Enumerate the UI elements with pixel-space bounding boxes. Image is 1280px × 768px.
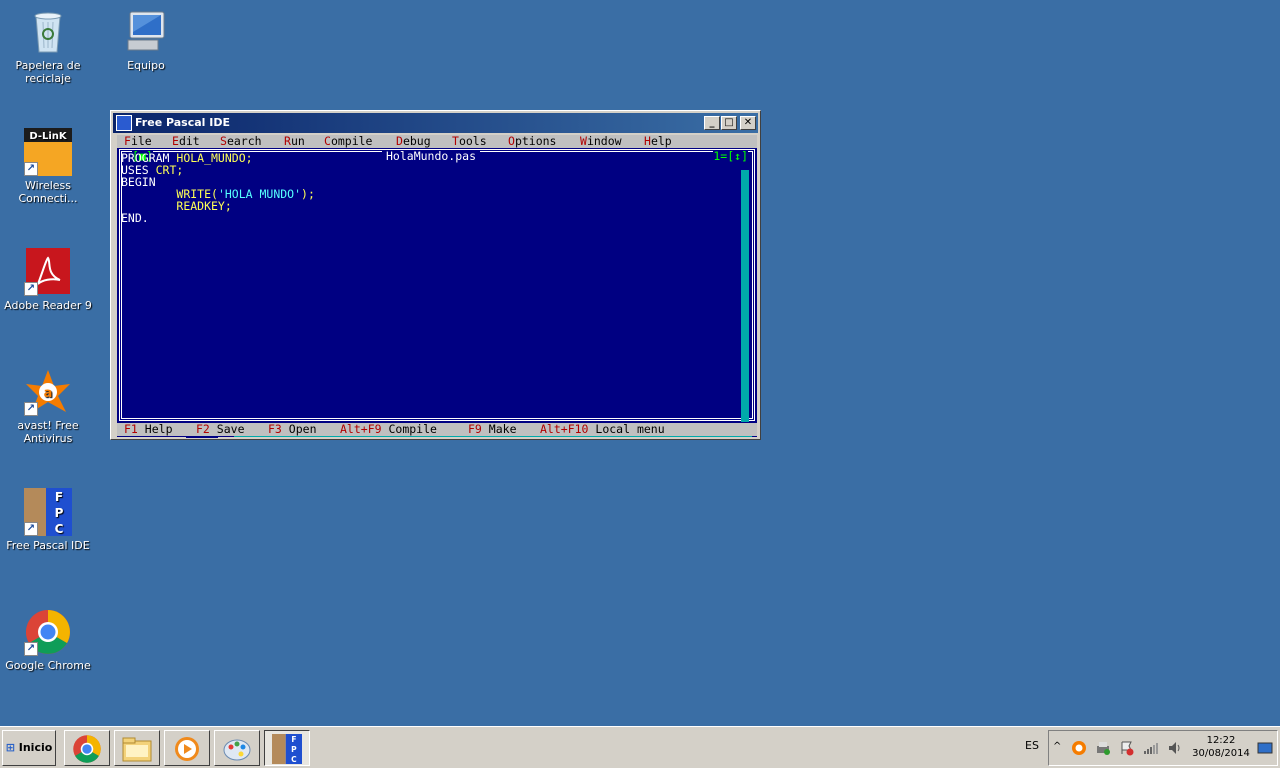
status-bar: F1 Help F2 Save F3 Open Alt+F9 Compile F… xyxy=(117,423,757,436)
shortcut-arrow-icon: ↗ xyxy=(24,282,38,296)
desktop-icon-label: Papelera de reciclaje xyxy=(15,59,81,85)
menu-edit[interactable]: Edit xyxy=(172,135,200,148)
chrome-icon: ↗ xyxy=(24,608,72,656)
windows-logo-icon: ⊞ xyxy=(5,741,15,754)
dlink-icon: D-LinK ↗ xyxy=(24,128,72,176)
avast-tray-icon[interactable] xyxy=(1071,740,1087,756)
taskbar-explorer[interactable] xyxy=(114,730,160,766)
status-save[interactable]: F2 Save xyxy=(196,423,245,436)
avast-icon: a ↗ xyxy=(24,368,72,416)
taskbar: ⊞ Inicio FPC ES ^ 12:22 30/08/2014 xyxy=(0,726,1280,768)
desktop-icon-label: Free Pascal IDE xyxy=(6,539,90,552)
minimize-button[interactable]: _ xyxy=(704,116,720,130)
desktop-icon-avast[interactable]: a ↗ avast! Free Antivirus xyxy=(0,368,96,445)
shortcut-arrow-icon: ↗ xyxy=(24,642,38,656)
code-line: READKEY; xyxy=(176,199,232,213)
menu-bar: File Edit Search Run Compile Debug Tools… xyxy=(117,135,757,148)
window-title: Free Pascal IDE xyxy=(135,116,231,129)
editor-filename: HolaMundo.pas xyxy=(382,150,481,163)
adobe-reader-icon: ↗ xyxy=(24,248,72,296)
maximize-button[interactable]: □ xyxy=(721,116,737,130)
show-hidden-icons-icon[interactable]: ^ xyxy=(1053,741,1061,752)
svg-text:C: C xyxy=(291,755,297,764)
desktop-icon-label: avast! Free Antivirus xyxy=(17,419,79,445)
fpc-icon: FPC ↗ xyxy=(24,488,72,536)
taskbar-chrome[interactable] xyxy=(64,730,110,766)
volume-icon[interactable] xyxy=(1167,740,1183,756)
network-signal-icon[interactable] xyxy=(1143,740,1159,756)
svg-text:F: F xyxy=(55,490,63,504)
system-tray: ^ 12:22 30/08/2014 xyxy=(1048,730,1278,766)
clock[interactable]: 12:22 30/08/2014 xyxy=(1191,734,1251,760)
menu-compile[interactable]: Compile xyxy=(324,135,372,148)
editor-window-number[interactable]: 1=[↕] xyxy=(713,150,748,163)
vertical-scrollbar[interactable] xyxy=(741,170,749,422)
status-help[interactable]: F1 Help xyxy=(124,423,173,436)
shortcut-arrow-icon: ↗ xyxy=(24,522,38,536)
chrome-icon xyxy=(73,735,101,763)
svg-text:P: P xyxy=(55,506,64,520)
close-button[interactable]: ✕ xyxy=(740,116,756,130)
paint-icon xyxy=(223,739,251,761)
show-desktop-icon[interactable] xyxy=(1257,740,1273,756)
status-make[interactable]: F9 Make xyxy=(468,423,517,436)
menu-tools[interactable]: Tools xyxy=(452,135,487,148)
desktop-icon-chrome[interactable]: ↗ Google Chrome xyxy=(0,608,96,672)
action-center-icon[interactable] xyxy=(1119,740,1135,756)
clock-date: 30/08/2014 xyxy=(1192,748,1250,759)
fpc-icon: FPC xyxy=(272,734,302,764)
desktop-icon-recycle-bin[interactable]: Papelera de reciclaje xyxy=(0,8,96,85)
shortcut-arrow-icon: ↗ xyxy=(24,162,38,176)
code-editor[interactable]: PROGRAM HOLA_MUNDO; USES CRT; BEGIN WRITE(… xyxy=(121,152,315,224)
menu-run[interactable]: Run xyxy=(284,135,305,148)
window-titlebar[interactable]: Free Pascal IDE _ □ ✕ xyxy=(113,113,758,133)
media-player-icon xyxy=(175,737,199,761)
svg-text:P: P xyxy=(291,745,297,754)
clock-time: 12:22 xyxy=(1206,735,1236,746)
status-local-menu[interactable]: Alt+F10 Local menu xyxy=(540,423,665,436)
desktop-icon-label: Adobe Reader 9 xyxy=(4,299,92,312)
recycle-bin-icon xyxy=(24,8,72,56)
start-button[interactable]: ⊞ Inicio xyxy=(2,730,56,766)
fpc-app-icon xyxy=(116,115,132,131)
desktop-icon-label: Wireless Connecti... xyxy=(18,179,78,205)
menu-search[interactable]: Search xyxy=(220,135,262,148)
free-pascal-window[interactable]: Free Pascal IDE _ □ ✕ File Edit Search R… xyxy=(110,110,761,440)
svg-text:C: C xyxy=(55,522,64,536)
menu-options[interactable]: Options xyxy=(508,135,556,148)
menu-file[interactable]: File xyxy=(124,135,152,148)
desktop-icon-label: Google Chrome xyxy=(5,659,91,672)
printer-tray-icon[interactable] xyxy=(1095,740,1111,756)
menu-debug[interactable]: Debug xyxy=(396,135,431,148)
taskbar-paint[interactable] xyxy=(214,730,260,766)
code-line: END. xyxy=(121,211,149,225)
ide-terminal: File Edit Search Run Compile Debug Tools… xyxy=(117,135,757,438)
language-indicator[interactable]: ES xyxy=(1025,739,1039,752)
menu-help[interactable]: Help xyxy=(644,135,672,148)
desktop-icon-wireless[interactable]: D-LinK ↗ Wireless Connecti... xyxy=(0,128,96,205)
explorer-icon xyxy=(122,737,152,762)
dlink-logo-text: D-LinK xyxy=(29,131,68,142)
computer-icon xyxy=(122,8,170,56)
svg-text:F: F xyxy=(291,735,296,744)
taskbar-free-pascal[interactable]: FPC xyxy=(264,730,310,766)
taskbar-media-player[interactable] xyxy=(164,730,210,766)
desktop-icon-free-pascal[interactable]: FPC ↗ Free Pascal IDE xyxy=(0,488,96,552)
menu-window[interactable]: Window xyxy=(580,135,622,148)
desktop-icon-computer[interactable]: Equipo xyxy=(98,8,194,72)
desktop-icon-label: Equipo xyxy=(127,59,165,72)
desktop-icon-adobe-reader[interactable]: ↗ Adobe Reader 9 xyxy=(0,248,96,312)
status-open[interactable]: F3 Open xyxy=(268,423,317,436)
status-compile[interactable]: Alt+F9 Compile xyxy=(340,423,437,436)
shortcut-arrow-icon: ↗ xyxy=(24,402,38,416)
svg-text:a: a xyxy=(44,386,53,401)
